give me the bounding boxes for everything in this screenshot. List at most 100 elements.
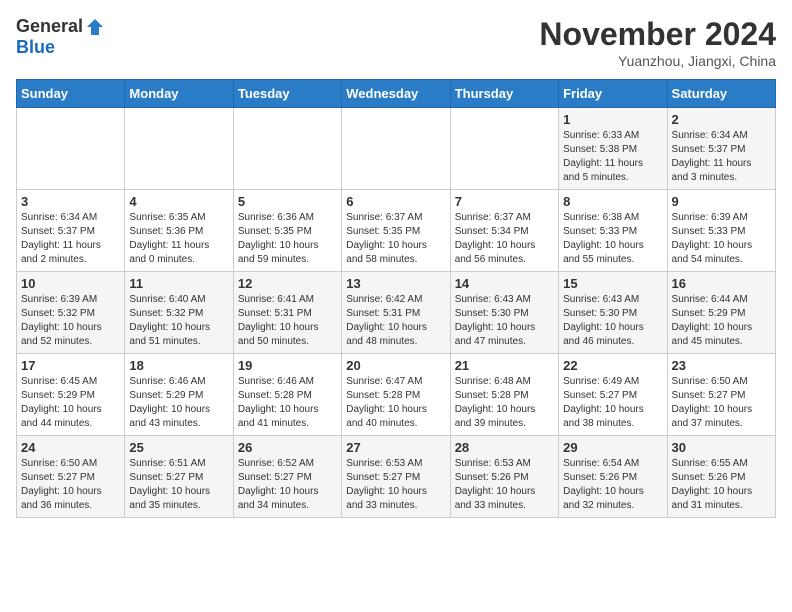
weekday-header: Thursday xyxy=(450,80,558,108)
day-info: Sunrise: 6:35 AM Sunset: 5:36 PM Dayligh… xyxy=(129,211,228,267)
day-number: 7 xyxy=(455,194,554,209)
day-number: 9 xyxy=(672,194,771,209)
day-number: 1 xyxy=(563,112,662,127)
location-text: Yuanzhou, Jiangxi, China xyxy=(539,53,776,69)
day-info: Sunrise: 6:53 AM Sunset: 5:27 PM Dayligh… xyxy=(346,457,445,513)
day-number: 6 xyxy=(346,194,445,209)
calendar-cell: 24 Sunrise: 6:50 AM Sunset: 5:27 PM Dayli… xyxy=(17,436,125,518)
calendar-header-row: SundayMondayTuesdayWednesdayThursdayFrid… xyxy=(17,80,776,108)
day-info: Sunrise: 6:43 AM Sunset: 5:30 PM Dayligh… xyxy=(455,293,554,349)
day-info: Sunrise: 6:41 AM Sunset: 5:31 PM Dayligh… xyxy=(238,293,337,349)
day-number: 11 xyxy=(129,276,228,291)
calendar-cell: 19Sunrise: 6:46 AM Sunset: 5:28 PM Dayli… xyxy=(233,354,341,436)
day-info: Sunrise: 6:54 AM Sunset: 5:26 PM Dayligh… xyxy=(563,457,662,513)
day-number: 13 xyxy=(346,276,445,291)
day-number: 25 xyxy=(129,440,228,455)
calendar-cell: 27 Sunrise: 6:53 AM Sunset: 5:27 PM Dayli… xyxy=(342,436,450,518)
calendar-cell: 22Sunrise: 6:49 AM Sunset: 5:27 PM Dayli… xyxy=(559,354,667,436)
day-number: 15 xyxy=(563,276,662,291)
day-info: Sunrise: 6:40 AM Sunset: 5:32 PM Dayligh… xyxy=(129,293,228,349)
day-number: 10 xyxy=(21,276,120,291)
calendar-cell: 12 Sunrise: 6:41 AM Sunset: 5:31 PM Dayli… xyxy=(233,272,341,354)
calendar-cell: 16 Sunrise: 6:44 AM Sunset: 5:29 PM Dayli… xyxy=(667,272,775,354)
day-number: 17 xyxy=(21,358,120,373)
calendar-week-row: 10 Sunrise: 6:39 AM Sunset: 5:32 PM Dayli… xyxy=(17,272,776,354)
weekday-header: Tuesday xyxy=(233,80,341,108)
calendar-cell: 29Sunrise: 6:54 AM Sunset: 5:26 PM Dayli… xyxy=(559,436,667,518)
calendar-week-row: 1 Sunrise: 6:33 AM Sunset: 5:38 PM Daylig… xyxy=(17,108,776,190)
day-number: 27 xyxy=(346,440,445,455)
logo: General Blue xyxy=(16,16,105,58)
calendar-cell: 25 Sunrise: 6:51 AM Sunset: 5:27 PM Dayli… xyxy=(125,436,233,518)
day-info: Sunrise: 6:50 AM Sunset: 5:27 PM Dayligh… xyxy=(21,457,120,513)
calendar-cell xyxy=(233,108,341,190)
calendar-cell: 23Sunrise: 6:50 AM Sunset: 5:27 PM Dayli… xyxy=(667,354,775,436)
day-info: Sunrise: 6:49 AM Sunset: 5:27 PM Dayligh… xyxy=(563,375,662,431)
day-info: Sunrise: 6:33 AM Sunset: 5:38 PM Dayligh… xyxy=(563,129,662,185)
day-info: Sunrise: 6:38 AM Sunset: 5:33 PM Dayligh… xyxy=(563,211,662,267)
weekday-header: Sunday xyxy=(17,80,125,108)
calendar-cell: 13 Sunrise: 6:42 AM Sunset: 5:31 PM Dayli… xyxy=(342,272,450,354)
day-number: 14 xyxy=(455,276,554,291)
calendar-cell: 6 Sunrise: 6:37 AM Sunset: 5:35 PM Daylig… xyxy=(342,190,450,272)
day-info: Sunrise: 6:53 AM Sunset: 5:26 PM Dayligh… xyxy=(455,457,554,513)
day-info: Sunrise: 6:36 AM Sunset: 5:35 PM Dayligh… xyxy=(238,211,337,267)
day-number: 16 xyxy=(672,276,771,291)
calendar-cell: 10 Sunrise: 6:39 AM Sunset: 5:32 PM Dayli… xyxy=(17,272,125,354)
calendar-cell xyxy=(450,108,558,190)
page-header: General Blue November 2024 Yuanzhou, Jia… xyxy=(16,16,776,69)
weekday-header: Saturday xyxy=(667,80,775,108)
calendar-cell: 9Sunrise: 6:39 AM Sunset: 5:33 PM Daylig… xyxy=(667,190,775,272)
day-number: 26 xyxy=(238,440,337,455)
day-info: Sunrise: 6:52 AM Sunset: 5:27 PM Dayligh… xyxy=(238,457,337,513)
calendar-cell: 21Sunrise: 6:48 AM Sunset: 5:28 PM Dayli… xyxy=(450,354,558,436)
month-title: November 2024 xyxy=(539,16,776,53)
day-info: Sunrise: 6:51 AM Sunset: 5:27 PM Dayligh… xyxy=(129,457,228,513)
day-number: 28 xyxy=(455,440,554,455)
title-block: November 2024 Yuanzhou, Jiangxi, China xyxy=(539,16,776,69)
day-info: Sunrise: 6:46 AM Sunset: 5:28 PM Dayligh… xyxy=(238,375,337,431)
day-number: 24 xyxy=(21,440,120,455)
logo-general-text: General xyxy=(16,16,83,37)
calendar-cell xyxy=(342,108,450,190)
calendar-cell: 5 Sunrise: 6:36 AM Sunset: 5:35 PM Daylig… xyxy=(233,190,341,272)
calendar-cell: 8Sunrise: 6:38 AM Sunset: 5:33 PM Daylig… xyxy=(559,190,667,272)
day-info: Sunrise: 6:48 AM Sunset: 5:28 PM Dayligh… xyxy=(455,375,554,431)
day-info: Sunrise: 6:37 AM Sunset: 5:35 PM Dayligh… xyxy=(346,211,445,267)
calendar-cell: 17 Sunrise: 6:45 AM Sunset: 5:29 PM Dayli… xyxy=(17,354,125,436)
logo-icon xyxy=(85,17,105,37)
calendar-cell: 2Sunrise: 6:34 AM Sunset: 5:37 PM Daylig… xyxy=(667,108,775,190)
calendar-cell: 14 Sunrise: 6:43 AM Sunset: 5:30 PM Dayli… xyxy=(450,272,558,354)
calendar-cell: 30Sunrise: 6:55 AM Sunset: 5:26 PM Dayli… xyxy=(667,436,775,518)
calendar-cell xyxy=(125,108,233,190)
day-number: 2 xyxy=(672,112,771,127)
calendar-cell: 1 Sunrise: 6:33 AM Sunset: 5:38 PM Daylig… xyxy=(559,108,667,190)
calendar-table: SundayMondayTuesdayWednesdayThursdayFrid… xyxy=(16,79,776,518)
day-info: Sunrise: 6:34 AM Sunset: 5:37 PM Dayligh… xyxy=(21,211,120,267)
calendar-cell: 20Sunrise: 6:47 AM Sunset: 5:28 PM Dayli… xyxy=(342,354,450,436)
weekday-header: Friday xyxy=(559,80,667,108)
day-number: 20 xyxy=(346,358,445,373)
day-info: Sunrise: 6:39 AM Sunset: 5:32 PM Dayligh… xyxy=(21,293,120,349)
calendar-cell: 15Sunrise: 6:43 AM Sunset: 5:30 PM Dayli… xyxy=(559,272,667,354)
calendar-cell: 4 Sunrise: 6:35 AM Sunset: 5:36 PM Daylig… xyxy=(125,190,233,272)
calendar-cell: 28 Sunrise: 6:53 AM Sunset: 5:26 PM Dayli… xyxy=(450,436,558,518)
calendar-week-row: 24 Sunrise: 6:50 AM Sunset: 5:27 PM Dayli… xyxy=(17,436,776,518)
logo-blue-text: Blue xyxy=(16,37,55,58)
day-info: Sunrise: 6:44 AM Sunset: 5:29 PM Dayligh… xyxy=(672,293,771,349)
day-number: 4 xyxy=(129,194,228,209)
day-info: Sunrise: 6:42 AM Sunset: 5:31 PM Dayligh… xyxy=(346,293,445,349)
weekday-header: Wednesday xyxy=(342,80,450,108)
day-info: Sunrise: 6:37 AM Sunset: 5:34 PM Dayligh… xyxy=(455,211,554,267)
day-number: 30 xyxy=(672,440,771,455)
day-number: 18 xyxy=(129,358,228,373)
calendar-cell: 7 Sunrise: 6:37 AM Sunset: 5:34 PM Daylig… xyxy=(450,190,558,272)
day-info: Sunrise: 6:45 AM Sunset: 5:29 PM Dayligh… xyxy=(21,375,120,431)
day-number: 5 xyxy=(238,194,337,209)
day-number: 12 xyxy=(238,276,337,291)
calendar-cell: 3Sunrise: 6:34 AM Sunset: 5:37 PM Daylig… xyxy=(17,190,125,272)
calendar-cell: 18Sunrise: 6:46 AM Sunset: 5:29 PM Dayli… xyxy=(125,354,233,436)
calendar-week-row: 17 Sunrise: 6:45 AM Sunset: 5:29 PM Dayli… xyxy=(17,354,776,436)
calendar-cell: 26 Sunrise: 6:52 AM Sunset: 5:27 PM Dayli… xyxy=(233,436,341,518)
calendar-week-row: 3Sunrise: 6:34 AM Sunset: 5:37 PM Daylig… xyxy=(17,190,776,272)
